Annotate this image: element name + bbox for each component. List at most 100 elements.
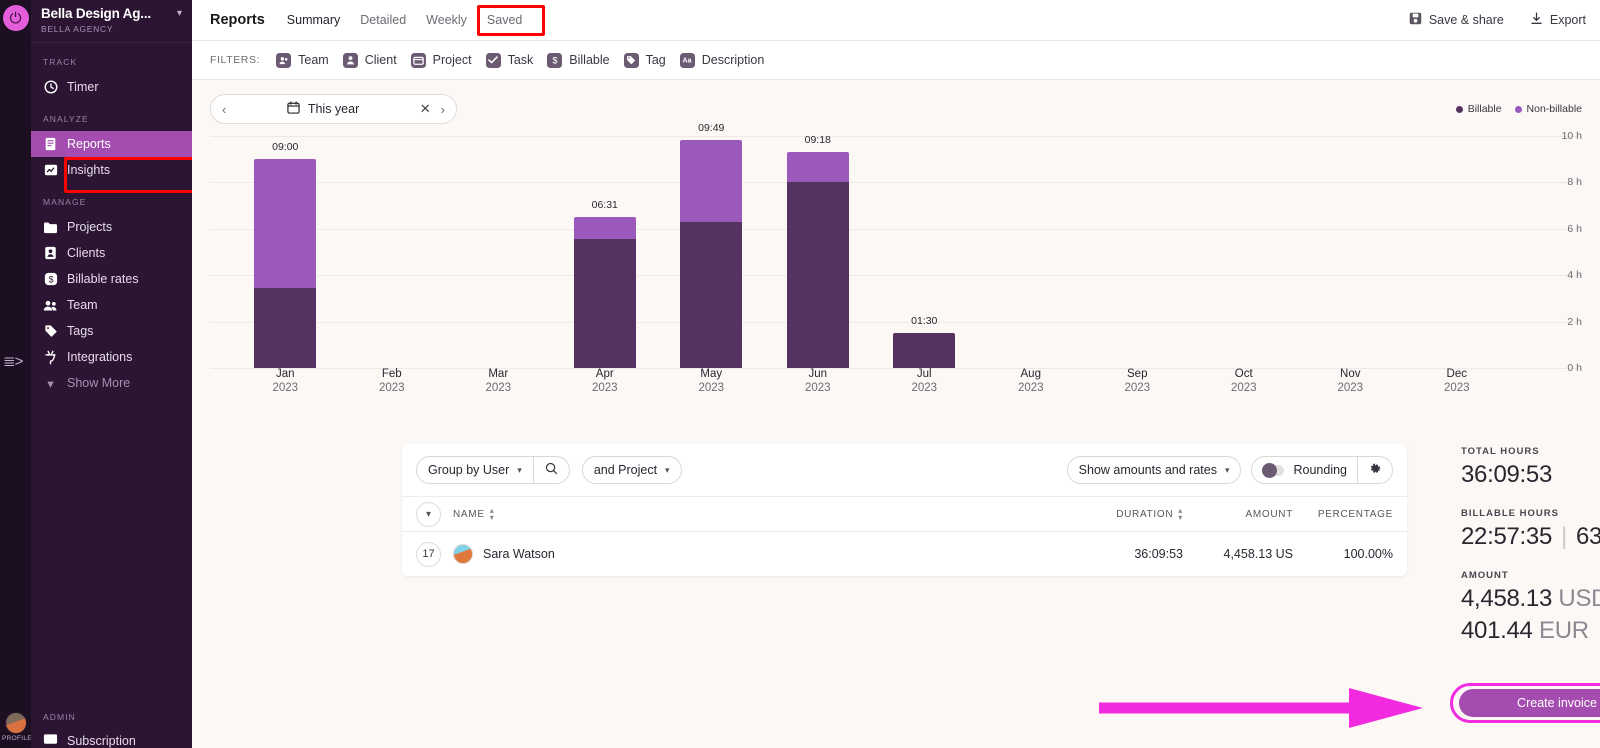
y-axis-tick: 6 h [1567, 223, 1582, 235]
power-icon[interactable]: ⏻ [3, 5, 29, 31]
row-amount: 4,458.13 US [1183, 547, 1293, 561]
x-axis-tick: Apr2023 [552, 368, 659, 394]
group-by-value: Group by User [428, 463, 509, 477]
tag-icon [624, 53, 639, 68]
sidebar-item-label: Reports [67, 137, 111, 151]
sidebar-item-insights[interactable]: Insights [31, 157, 192, 183]
sidebar-item-label: Insights [67, 163, 110, 177]
legend-swatch [1456, 106, 1463, 113]
expand-all-button[interactable]: ▾ [416, 502, 441, 527]
filter-label: Tag [646, 53, 666, 67]
task-check-icon [486, 53, 501, 68]
sidebar-item-clients[interactable]: Clients [31, 240, 192, 266]
column-label: NAME [453, 509, 485, 520]
filter-tag[interactable]: Tag [624, 53, 666, 68]
filter-task[interactable]: Task [486, 53, 534, 68]
sidebar-item-tags[interactable]: Tags [31, 318, 192, 344]
main-content: Reports Summary Detailed Weekly Saved Sa… [192, 0, 1600, 748]
tag-icon [43, 324, 58, 338]
amounts-select[interactable]: Show amounts and rates ▾ [1067, 456, 1242, 484]
secondary-group-select[interactable]: and Project ▾ [582, 456, 682, 484]
sidebar-item-label: Tags [67, 324, 93, 338]
x-axis-tick: Dec2023 [1404, 368, 1511, 394]
rounding-label: Rounding [1293, 463, 1357, 477]
org-name: Bella Design Ag... [41, 6, 151, 21]
table-row[interactable]: 17 Sara Watson 36:09:53 4,458.13 US 100.… [402, 532, 1407, 576]
filter-team[interactable]: Team [276, 53, 329, 68]
profile-shortcut[interactable]: PROFILE [2, 712, 30, 742]
nav-group-manage: MANAGE [31, 197, 192, 207]
x-axis-tick: Mar2023 [445, 368, 552, 394]
bar-value-label: 09:49 [698, 122, 724, 134]
chevron-down-icon: ▾ [1225, 465, 1230, 476]
chevron-right-icon[interactable]: › [441, 102, 445, 117]
sidebar-item-billable-rates[interactable]: $ Billable rates [31, 266, 192, 292]
date-range-picker[interactable]: ‹ This year ✕ › [210, 94, 457, 124]
sidebar-item-show-more[interactable]: ▾ Show More [31, 370, 192, 396]
sidebar-item-reports[interactable]: Reports [31, 131, 192, 157]
sidebar-item-subscription[interactable]: Subscription [43, 733, 136, 748]
chart-column: 09:18 [765, 136, 872, 368]
column-header-percentage[interactable]: PERCENTAGE [1293, 509, 1393, 520]
search-button[interactable] [534, 457, 569, 483]
rounding-toggle[interactable] [1262, 465, 1284, 476]
y-axis-tick: 8 h [1567, 176, 1582, 188]
date-legend-row: ‹ This year ✕ › Billable Non-billable [192, 80, 1600, 124]
x-axis-month: Feb [339, 368, 446, 380]
x-axis-year: 2023 [765, 382, 872, 394]
group-by-select[interactable]: Group by User ▾ [417, 457, 533, 483]
tab-saved[interactable]: Saved [487, 13, 522, 27]
amount-usd: 4,458.13 USD [1461, 585, 1600, 613]
people-icon [43, 299, 58, 312]
nav-group-analyze: ANALYZE [31, 114, 192, 124]
filter-client[interactable]: Client [343, 53, 397, 68]
column-header-amount[interactable]: AMOUNT [1183, 509, 1293, 520]
sidebar-item-label: Timer [67, 80, 98, 94]
org-switcher[interactable]: Bella Design Ag... ▾ BELLA AGENCY [31, 0, 192, 43]
x-axis-tick: Jan2023 [232, 368, 339, 394]
create-invoice-button[interactable]: Create invoice [1459, 689, 1600, 717]
nav-group-admin: ADMIN [43, 712, 76, 722]
tab-summary[interactable]: Summary [287, 13, 340, 27]
export-label: Export [1550, 13, 1586, 27]
sidebar-item-timer[interactable]: Timer [31, 74, 192, 100]
amount-usd-currency: USD [1558, 585, 1600, 612]
filter-billable[interactable]: $ Billable [547, 53, 609, 68]
rounding-settings-button[interactable] [1357, 457, 1392, 483]
amount-eur-value: 401.44 [1461, 617, 1533, 644]
y-axis-tick: 4 h [1567, 269, 1582, 281]
chart-column: 09:49 [658, 136, 765, 368]
column-header-duration[interactable]: DURATION ▴▾ [1063, 507, 1183, 521]
tab-detailed[interactable]: Detailed [360, 13, 406, 27]
sidebar-item-team[interactable]: Team [31, 292, 192, 318]
x-axis-tick: Nov2023 [1297, 368, 1404, 394]
avatar [453, 544, 473, 564]
chart-column [1297, 136, 1404, 368]
sidebar-item-label: Team [67, 298, 98, 312]
save-and-share-button[interactable]: Save & share [1409, 12, 1504, 28]
chevron-down-icon[interactable]: ▾ [177, 8, 182, 19]
chart-bar[interactable] [787, 152, 849, 368]
chart-bar[interactable] [254, 159, 316, 368]
chart-bar[interactable] [574, 217, 636, 368]
app-rail: ⏻ ≣> PROFILE [0, 0, 31, 748]
export-button[interactable]: Export [1530, 12, 1586, 28]
x-axis-year: 2023 [1084, 382, 1191, 394]
x-axis-month: Jun [765, 368, 872, 380]
date-range-value: This year [308, 102, 359, 116]
filter-project[interactable]: Project [411, 53, 472, 68]
column-header-name[interactable]: NAME ▴▾ [453, 507, 1063, 521]
x-axis-tick: May2023 [658, 368, 765, 394]
filter-description[interactable]: Aa Description [680, 53, 765, 68]
close-icon[interactable]: ✕ [420, 101, 431, 117]
tab-weekly[interactable]: Weekly [426, 13, 467, 27]
chart-bar[interactable] [680, 140, 742, 368]
chart-bar[interactable] [893, 333, 955, 368]
expand-sidebar-icon[interactable]: ≣> [3, 352, 22, 370]
x-axis-month: May [658, 368, 765, 380]
sidebar-item-label: Clients [67, 246, 105, 260]
sidebar-item-integrations[interactable]: Integrations [31, 344, 192, 370]
legend-label: Non-billable [1527, 103, 1582, 115]
sidebar-item-projects[interactable]: Projects [31, 214, 192, 240]
bar-value-label: 06:31 [592, 199, 618, 211]
